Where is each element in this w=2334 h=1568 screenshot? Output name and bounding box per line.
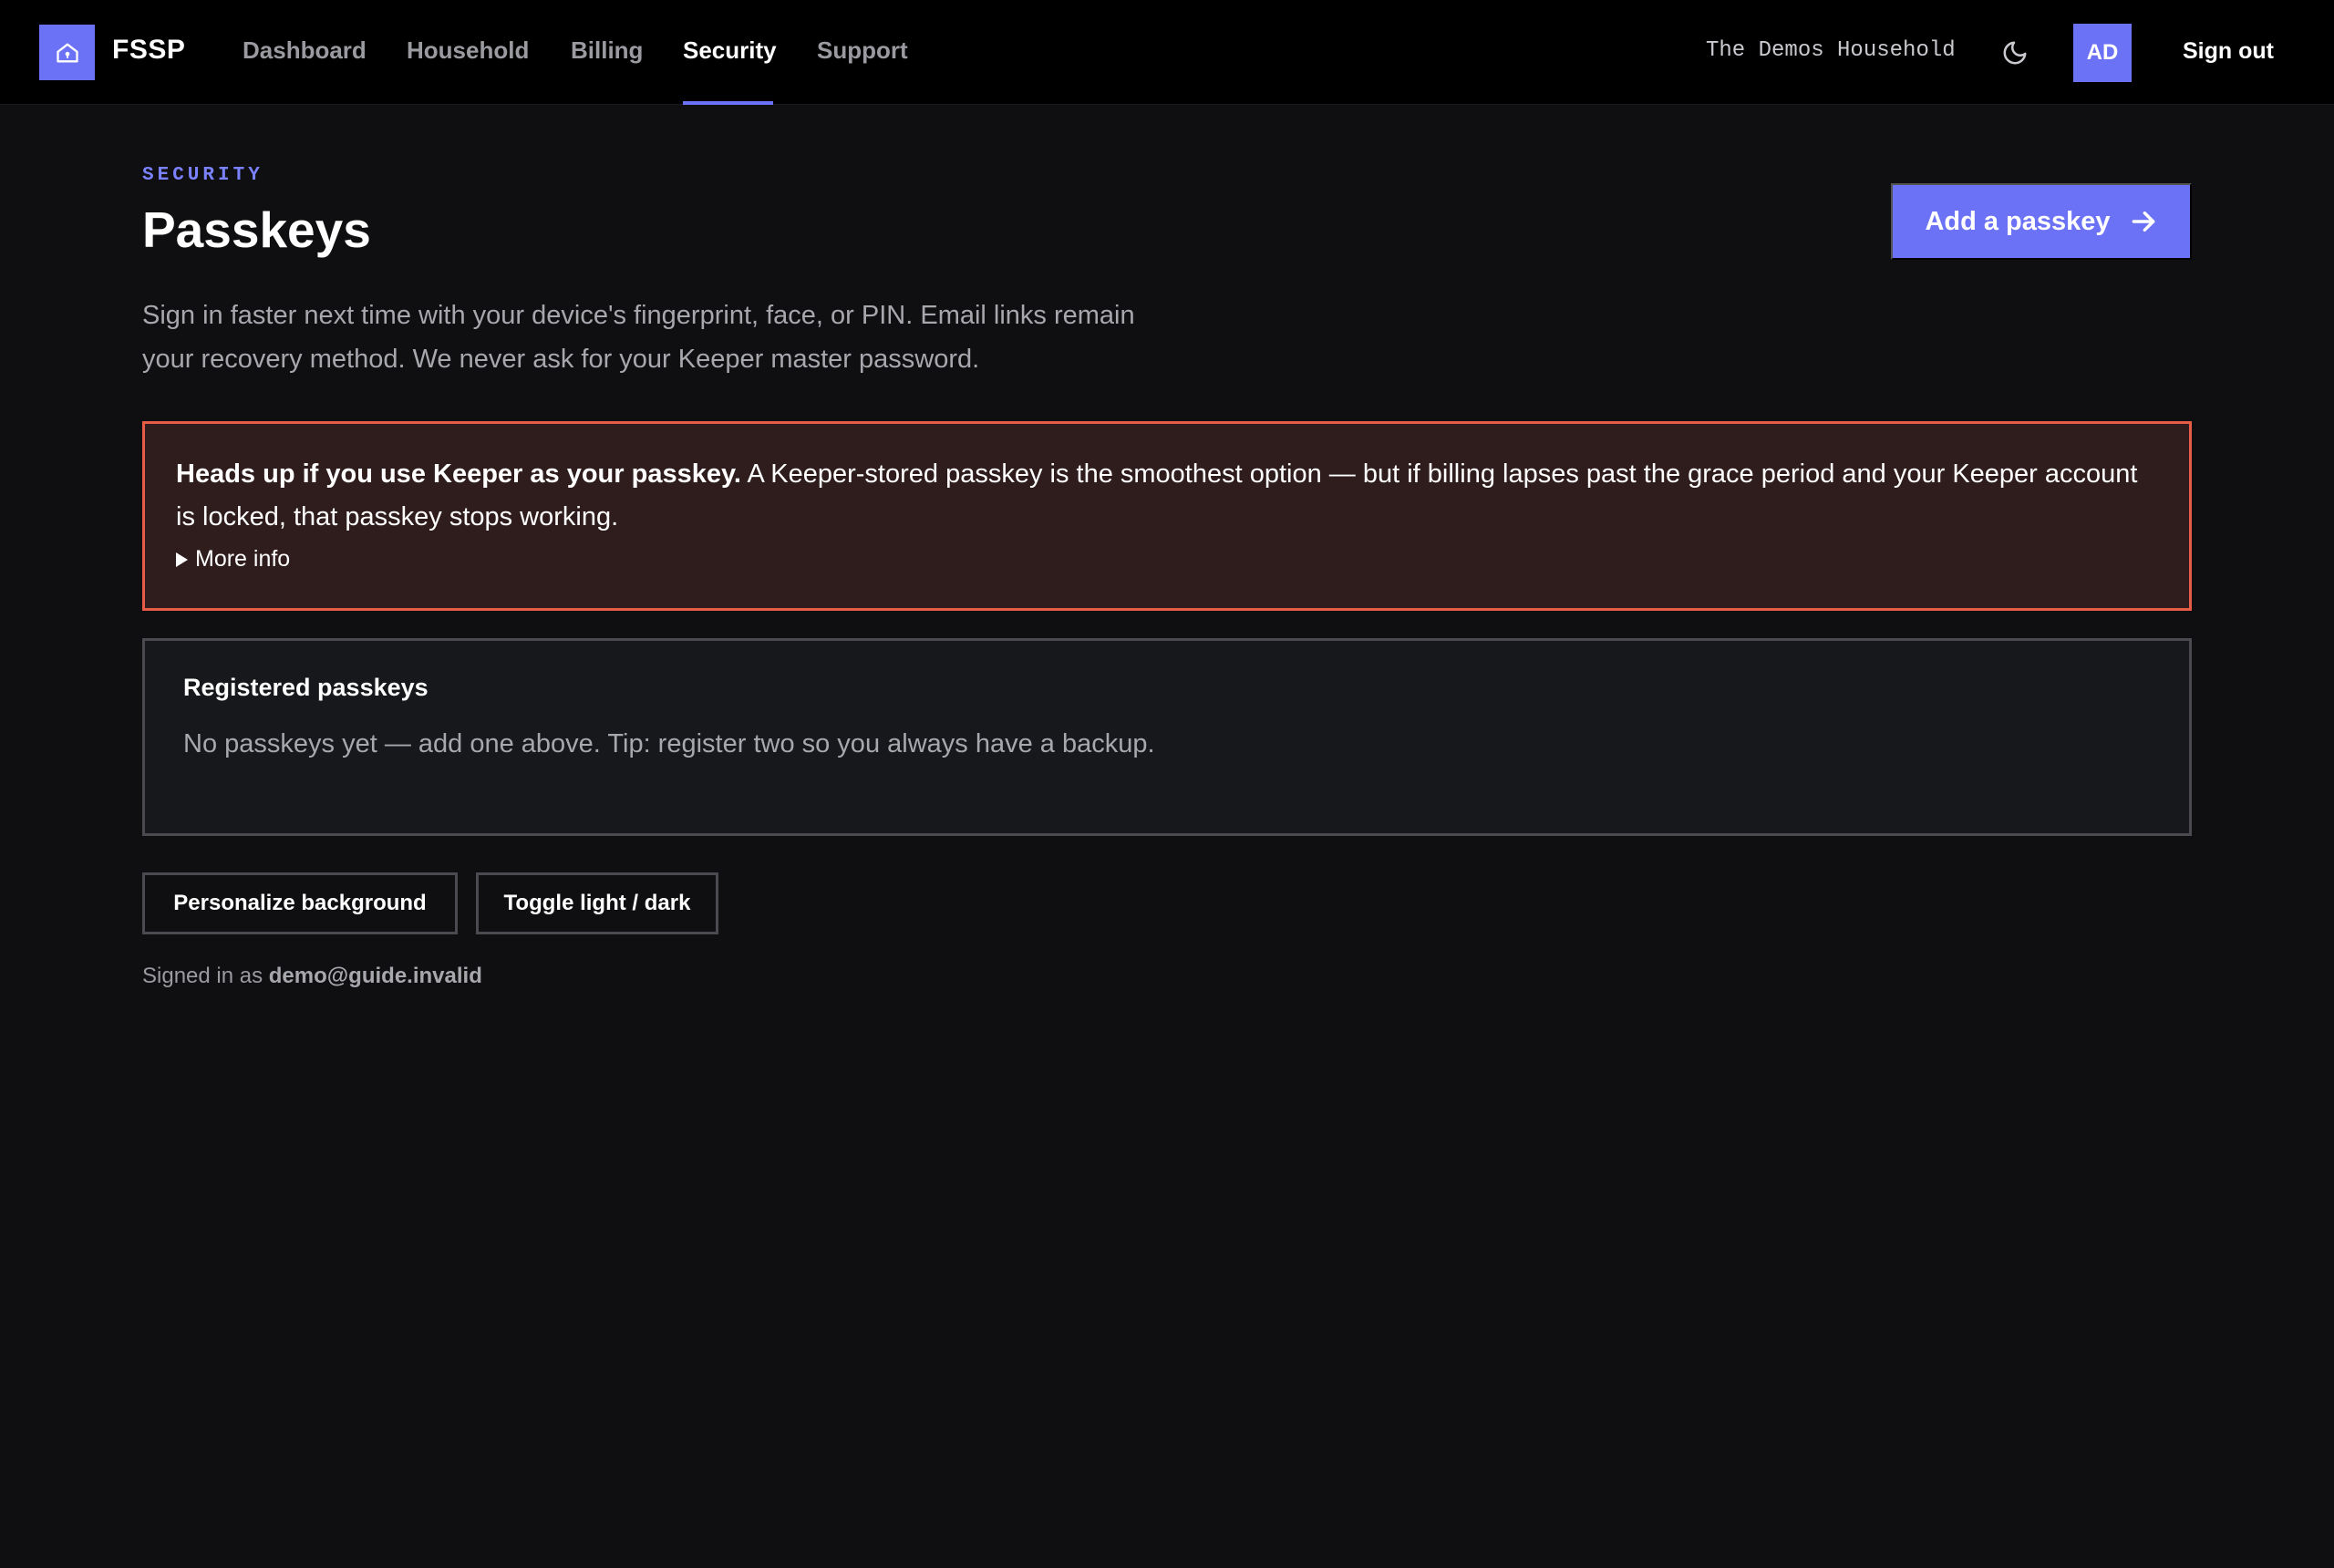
add-passkey-label: Add a passkey [1925, 206, 2111, 236]
avatar[interactable]: AD [2073, 24, 2132, 82]
nav-support[interactable]: Support [817, 36, 908, 65]
add-passkey-button[interactable]: Add a passkey [1891, 183, 2192, 260]
signed-in-status: Signed in as demo@guide.invalid [142, 964, 482, 989]
registered-passkeys-card: Registered passkeys No passkeys yet — ad… [142, 638, 2192, 836]
warning-text: Heads up if you use Keeper as your passk… [176, 453, 2158, 539]
active-nav-indicator [683, 101, 773, 105]
more-info-disclosure[interactable]: More info [176, 546, 2158, 573]
caret-right-icon [176, 552, 188, 567]
toggle-theme-button[interactable]: Toggle light / dark [476, 872, 718, 934]
signed-in-prefix: Signed in as [142, 964, 269, 988]
arrow-right-icon [2132, 211, 2154, 232]
page-title: Passkeys [142, 201, 371, 258]
sign-out-button[interactable]: Sign out [2183, 38, 2274, 65]
keeper-warning-banner: Heads up if you use Keeper as your passk… [142, 421, 2192, 611]
nav-billing[interactable]: Billing [571, 36, 643, 65]
more-info-label: More info [195, 546, 291, 572]
registered-passkeys-title: Registered passkeys [183, 674, 429, 701]
theme-toggle-button[interactable] [1998, 36, 2031, 69]
empty-state-text: No passkeys yet — add one above. Tip: re… [183, 729, 1155, 758]
top-nav-bar: FSSP Dashboard Household Billing Securit… [0, 0, 2334, 105]
nav-household[interactable]: Household [407, 36, 529, 65]
moon-icon [2003, 41, 2027, 65]
page-eyebrow: SECURITY [142, 165, 263, 186]
nav-dashboard[interactable]: Dashboard [243, 36, 367, 65]
household-name: The Demos Household [1706, 38, 1956, 63]
personalize-background-button[interactable]: Personalize background [142, 872, 458, 934]
home-logo[interactable] [39, 25, 95, 80]
brand-name: FSSP [112, 35, 186, 65]
nav-security[interactable]: Security [683, 36, 777, 65]
signed-in-email: demo@guide.invalid [268, 964, 482, 988]
page-description: Sign in faster next time with your devic… [142, 301, 1135, 374]
house-lock-icon [56, 43, 78, 63]
warning-heading: Heads up if you use Keeper as your passk… [176, 459, 741, 489]
